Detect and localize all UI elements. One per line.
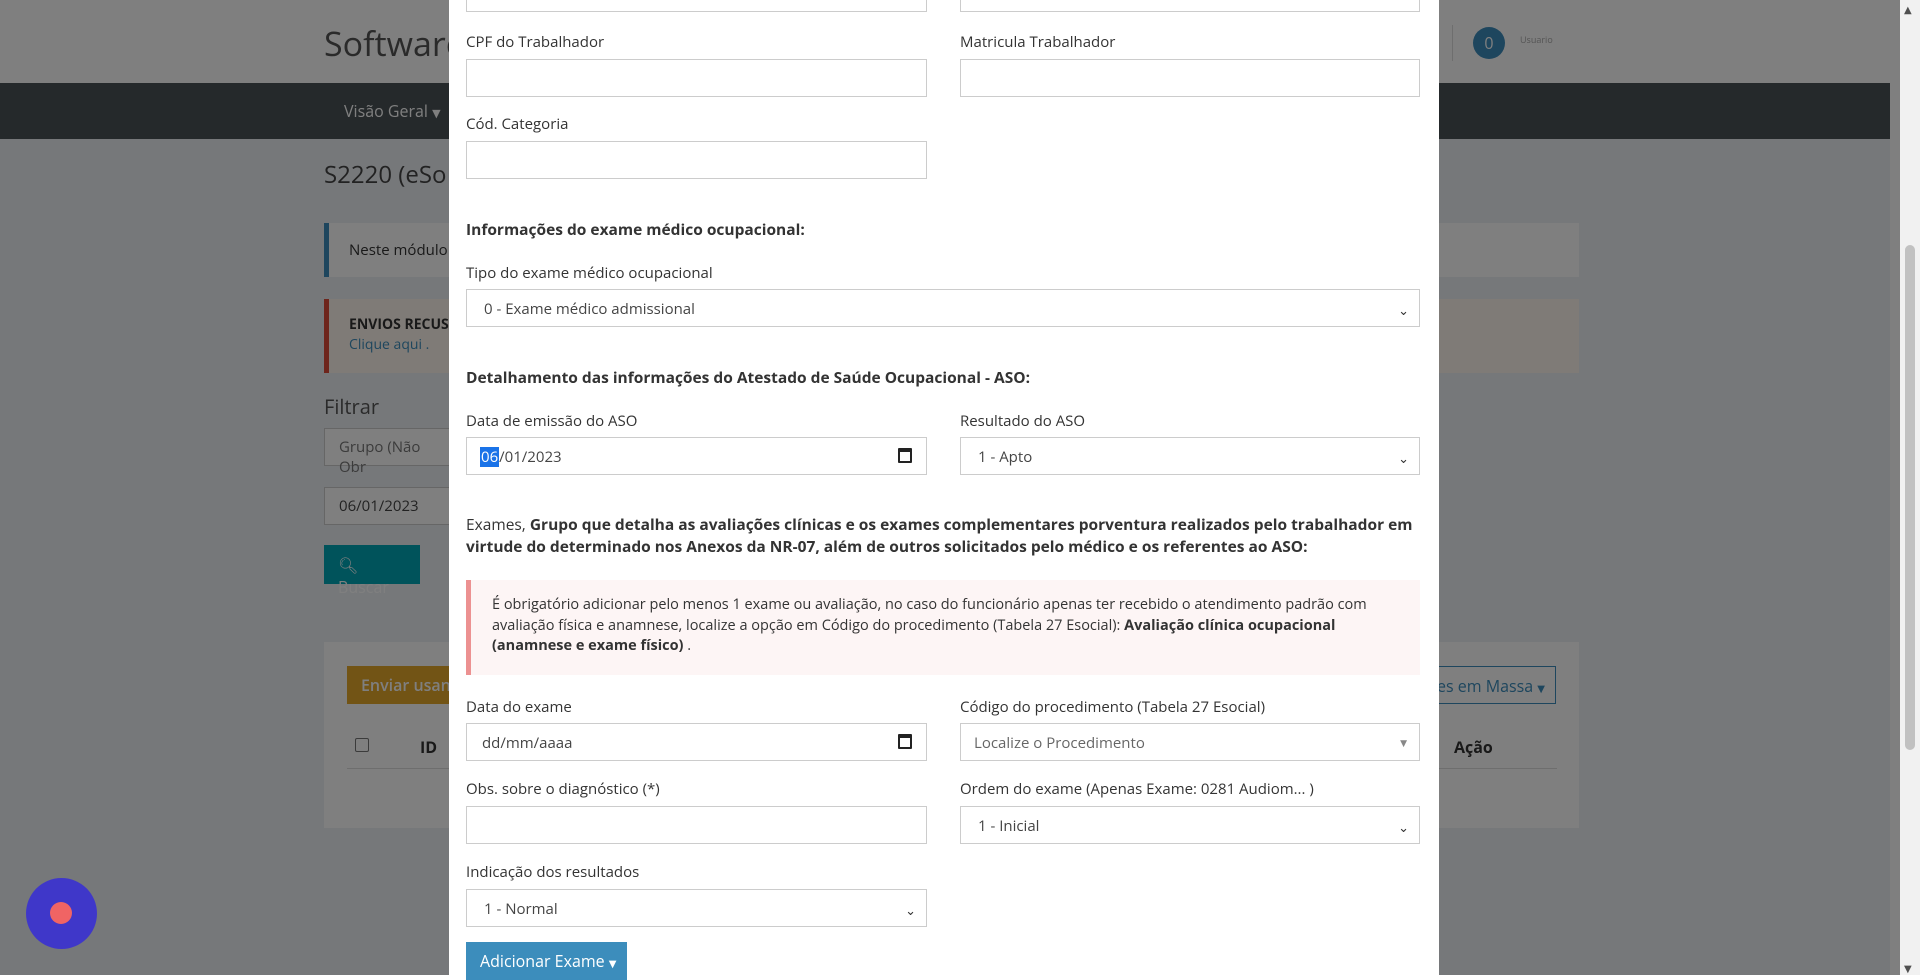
resultado-label: Resultado do ASO (960, 411, 1086, 431)
obs-label: Obs. sobre o diagnóstico (*) (466, 779, 660, 799)
tipo-exame-select[interactable]: 0 - Exame médico admissional ⌄ (466, 289, 1420, 327)
matricula-input[interactable] (960, 59, 1420, 97)
codigo-placeholder: Localize o Procedimento (974, 733, 1145, 753)
caret-down-icon: ▼ (608, 956, 617, 970)
obs-input[interactable] (466, 806, 927, 844)
data-emissao-label: Data de emissão do ASO (466, 411, 638, 431)
chat-widget-button[interactable] (26, 878, 97, 949)
tipo-exame-label: Tipo do exame médico ocupacional (466, 263, 713, 283)
scrollbar-thumb[interactable] (1905, 245, 1915, 750)
chat-indicator-icon (50, 902, 72, 924)
chevron-down-icon: ⌄ (905, 901, 916, 919)
calendar-icon[interactable] (898, 448, 912, 463)
aso-heading: Detalhamento das informações do Atestado… (466, 366, 1030, 388)
ordem-select[interactable]: 1 - Inicial ⌄ (960, 806, 1420, 844)
exames-desc-text: Grupo que detalha as avaliações clínicas… (466, 513, 1413, 557)
indicacao-value: 1 - Normal (484, 899, 558, 919)
required-exam-alert: É obrigatório adicionar pelo menos 1 exa… (466, 580, 1420, 675)
add-exam-button[interactable]: Adicionar Exame ▼ (466, 942, 627, 980)
matricula-label: Matricula Trabalhador (960, 32, 1116, 52)
add-exam-label: Adicionar Exame (480, 950, 605, 972)
scroll-down-icon[interactable]: ▼ (1904, 961, 1912, 975)
data-exame-placeholder: dd/mm/aaaa (482, 733, 573, 753)
chevron-down-icon: ⌄ (1398, 449, 1409, 467)
chevron-down-icon: ⌄ (1398, 818, 1409, 836)
exam-info-heading: Informações do exame médico ocupacional: (466, 218, 805, 240)
resultado-select[interactable]: 1 - Apto ⌄ (960, 437, 1420, 475)
exames-description: Exames, Grupo que detalha as avaliações … (466, 513, 1421, 557)
codigo-label: Código do procedimento (Tabela 27 Esocia… (960, 697, 1265, 717)
date-day-segment[interactable]: 06 (480, 447, 500, 467)
cpf-label: CPF do Trabalhador (466, 32, 605, 52)
calendar-icon[interactable] (898, 734, 912, 749)
alert-body: É obrigatório adicionar pelo menos 1 exa… (492, 595, 1412, 657)
data-exame-input[interactable]: dd/mm/aaaa (466, 723, 927, 761)
codigo-procedimento-select[interactable]: Localize o Procedimento ▼ (960, 723, 1420, 761)
resultado-value: 1 - Apto (978, 447, 1033, 467)
ordem-label: Ordem do exame (Apenas Exame: 0281 Audio… (960, 779, 1314, 799)
tipo-exame-value: 0 - Exame médico admissional (484, 299, 695, 319)
scroll-up-icon[interactable]: ▲ (1904, 2, 1912, 16)
alert-tail: . (687, 636, 692, 655)
date-rest-segment[interactable]: /01/2023 (499, 447, 561, 467)
categoria-input[interactable] (466, 141, 927, 179)
exames-prefix: Exames, (466, 513, 526, 535)
ordem-value: 1 - Inicial (978, 816, 1040, 836)
indicacao-label: Indicação dos resultados (466, 862, 640, 882)
chevron-down-icon: ⌄ (1398, 301, 1409, 319)
partial-field-left[interactable] (466, 0, 927, 12)
caret-down-icon: ▼ (1400, 736, 1407, 749)
data-emissao-input[interactable]: 06/01/2023 (466, 437, 927, 475)
data-exame-label: Data do exame (466, 697, 572, 717)
partial-field-right[interactable] (960, 0, 1420, 12)
cpf-input[interactable] (466, 59, 927, 97)
indicacao-select[interactable]: 1 - Normal ⌄ (466, 889, 927, 927)
categoria-label: Cód. Categoria (466, 114, 569, 134)
